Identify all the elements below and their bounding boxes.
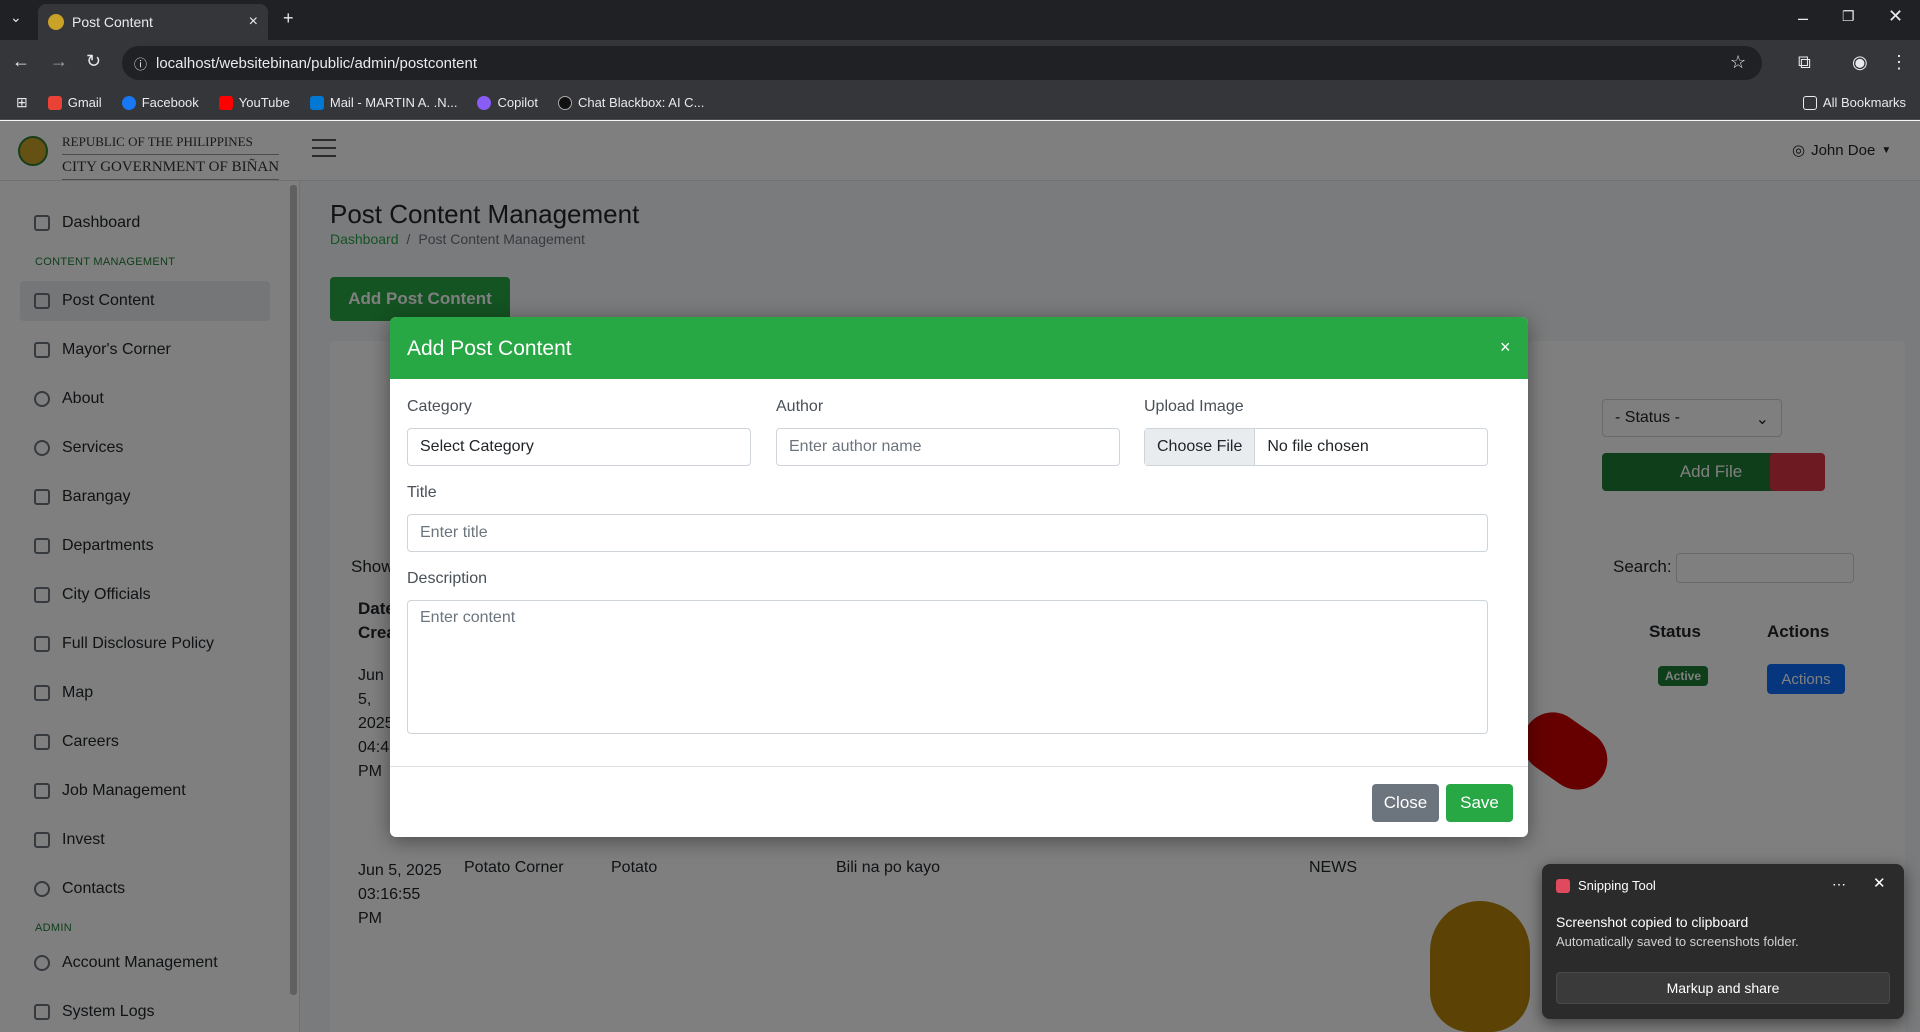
tab-close-icon[interactable]: ×: [249, 13, 258, 31]
description-textarea[interactable]: Enter content: [407, 600, 1488, 734]
bookmarks-bar: ⊞ Gmail Facebook YouTube Mail - MARTIN A…: [0, 86, 1920, 120]
snipping-tool-toast: Snipping Tool ⋯ ✕ Screenshot copied to c…: [1542, 864, 1904, 1019]
upload-image-input[interactable]: Choose File No file chosen: [1144, 428, 1488, 466]
browser-tab[interactable]: Post Content ×: [38, 4, 268, 40]
author-label: Author: [776, 398, 824, 415]
restore-icon[interactable]: ❐: [1842, 8, 1855, 25]
bookmark-mail[interactable]: Mail - MARTIN A. .N...: [309, 95, 457, 110]
bookmark-facebook[interactable]: Facebook: [121, 95, 199, 110]
no-file-text: No file chosen: [1267, 438, 1369, 455]
title-label: Title: [407, 484, 437, 501]
bookmark-youtube[interactable]: YouTube: [218, 95, 290, 110]
save-button[interactable]: Save: [1446, 784, 1513, 822]
copilot-icon: [477, 95, 492, 110]
tab-title: Post Content: [72, 14, 153, 30]
toast-close-icon[interactable]: ✕: [1873, 874, 1886, 892]
all-bookmarks[interactable]: All Bookmarks: [1802, 95, 1906, 110]
forward-icon[interactable]: →: [50, 51, 68, 72]
bookmark-copilot[interactable]: Copilot: [477, 95, 538, 110]
toast-subtext: Automatically saved to screenshots folde…: [1556, 934, 1799, 949]
bookmark-blackbox[interactable]: Chat Blackbox: AI C...: [557, 95, 704, 110]
extensions-icon[interactable]: ⧉: [1798, 52, 1811, 73]
tab-list-icon[interactable]: ⌄: [10, 9, 22, 26]
category-select[interactable]: Select Category: [407, 428, 751, 466]
modal-footer-divider: [390, 766, 1528, 767]
title-input[interactable]: Enter title: [407, 514, 1488, 552]
modal-close-icon[interactable]: ×: [1500, 337, 1511, 358]
url-text: localhost/websitebinan/public/admin/post…: [156, 54, 478, 72]
address-bar[interactable]: ⓘ localhost/websitebinan/public/admin/po…: [122, 46, 1762, 80]
toast-more-icon[interactable]: ⋯: [1832, 876, 1846, 893]
new-tab-icon[interactable]: +: [283, 8, 294, 29]
author-input[interactable]: Enter author name: [776, 428, 1120, 466]
bookmark-gmail[interactable]: Gmail: [47, 95, 102, 110]
add-post-modal: Add Post Content × Category Select Categ…: [390, 317, 1528, 837]
outlook-icon: [309, 95, 324, 110]
category-label: Category: [407, 398, 472, 415]
site-info-icon[interactable]: ⓘ: [134, 54, 147, 73]
toast-message: Screenshot copied to clipboard: [1556, 914, 1749, 930]
snipping-tool-icon: [1556, 878, 1570, 893]
bookmark-star-icon[interactable]: ☆: [1730, 52, 1746, 73]
modal-header: Add Post Content ×: [390, 317, 1528, 379]
toast-app-name: Snipping Tool: [1578, 878, 1656, 893]
toast-header: Snipping Tool: [1556, 878, 1656, 893]
gmail-icon: [47, 95, 62, 110]
menu-icon[interactable]: ⋮: [1890, 52, 1908, 73]
description-label: Description: [407, 570, 488, 587]
choose-file-button[interactable]: Choose File: [1145, 429, 1256, 465]
folder-icon: [1802, 95, 1817, 110]
youtube-icon: [218, 95, 233, 110]
facebook-icon: [121, 95, 136, 110]
blackbox-icon: [557, 95, 572, 110]
close-button[interactable]: Close: [1372, 784, 1439, 822]
window-close-icon[interactable]: ✕: [1888, 6, 1903, 27]
browser-tabbar: ⌄ Post Content × + – ❐ ✕: [0, 0, 1920, 40]
upload-image-label: Upload Image: [1144, 398, 1244, 415]
markup-and-share-button[interactable]: Markup and share: [1556, 972, 1890, 1004]
modal-title: Add Post Content: [407, 337, 572, 360]
favicon-icon: [48, 14, 64, 30]
minimize-icon[interactable]: –: [1798, 8, 1808, 29]
back-icon[interactable]: ←: [12, 51, 30, 72]
apps-icon[interactable]: ⊞: [16, 94, 28, 111]
profile-icon[interactable]: ◉: [1852, 52, 1868, 73]
reload-icon[interactable]: ↻: [86, 51, 101, 72]
